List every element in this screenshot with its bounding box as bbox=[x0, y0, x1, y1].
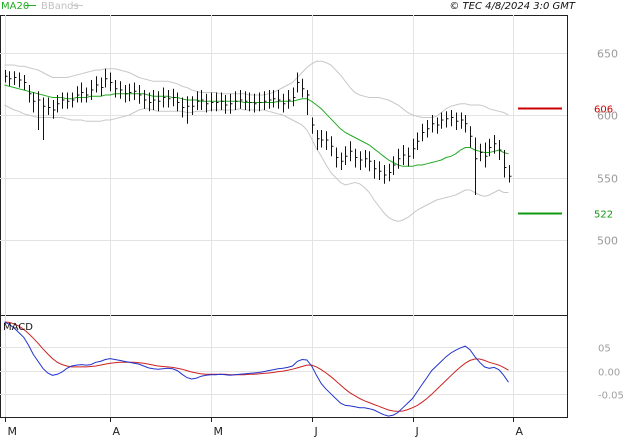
price-y-tick-label: 600 bbox=[597, 110, 618, 123]
macd-panel-title: MACD bbox=[3, 322, 33, 333]
x-tick-label: J bbox=[314, 425, 318, 438]
macd-y-tick-label: -0.05 bbox=[598, 391, 624, 402]
x-tick-label: J bbox=[415, 425, 419, 438]
chart-title: © TEC 4/8/2024 3:0 GMT bbox=[449, 1, 576, 12]
x-axis-ticks: MAMJJA bbox=[5, 417, 524, 438]
price-panel-frame bbox=[0, 15, 568, 316]
legend-ma20-label: MA20 bbox=[1, 1, 29, 12]
macd-y-tick-label: 05 bbox=[598, 344, 611, 355]
price-y-tick-label: 650 bbox=[597, 48, 618, 61]
stock-chart: 606522 650600550500 050.00-0.05 MAMJJA M… bbox=[0, 1, 624, 438]
price-y-tick-label: 550 bbox=[597, 173, 618, 186]
x-tick-label: M bbox=[8, 425, 18, 438]
x-tick-label: A bbox=[113, 425, 121, 438]
x-tick-label: M bbox=[214, 425, 224, 438]
legend-bbands-label: BBands bbox=[41, 1, 79, 12]
legend: MA20 BBands bbox=[1, 1, 83, 12]
macd-y-tick-label: 0.00 bbox=[598, 368, 620, 379]
price-y-tick-label: 500 bbox=[597, 235, 618, 248]
x-tick-label: A bbox=[516, 425, 524, 438]
level-label-522: 522 bbox=[594, 210, 613, 221]
macd-y-ticks: 05 0.00 -0.05 bbox=[598, 344, 624, 402]
